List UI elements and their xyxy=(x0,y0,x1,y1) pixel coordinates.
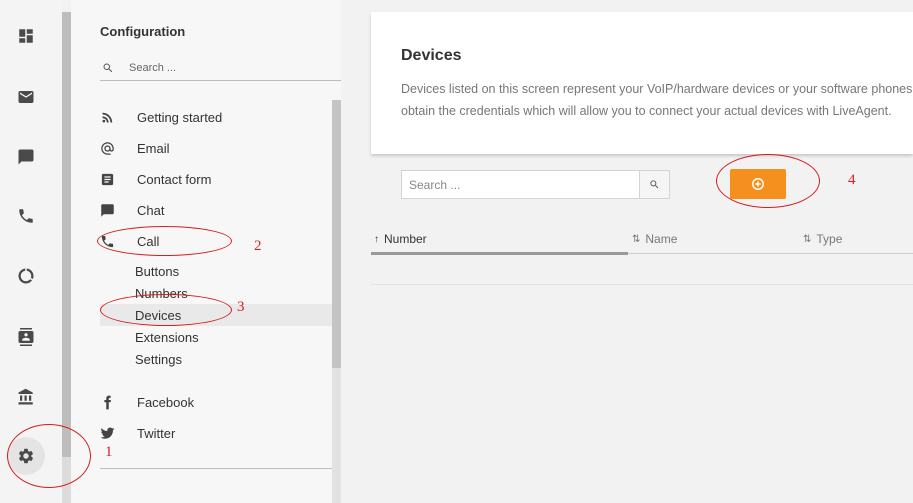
nav-item-email[interactable]: Email xyxy=(100,134,332,162)
nav-item-label: Twitter xyxy=(137,425,176,441)
column-header-name[interactable]: ⇅ Name xyxy=(632,224,677,254)
sort-icon: ⇅ xyxy=(632,233,641,245)
annotation-number: 3 xyxy=(237,299,245,315)
nav-subitem-settings[interactable]: Settings xyxy=(100,348,332,370)
rail-scrollbar-thumb[interactable] xyxy=(62,12,71,457)
reports-icon xyxy=(18,268,34,284)
column-header-number[interactable]: ↑ Number xyxy=(374,224,427,254)
devices-search-button[interactable] xyxy=(639,171,669,198)
nav-item-twitter[interactable]: Twitter xyxy=(100,419,332,447)
annotation-ellipse xyxy=(716,154,820,208)
nav-item-contact-form[interactable]: Contact form xyxy=(100,165,332,193)
devices-header-card: Devices Devices listed on this screen re… xyxy=(371,12,913,154)
nav-item-getting-started[interactable]: Getting started xyxy=(100,103,332,131)
nav-item-label: Email xyxy=(137,140,170,156)
nav-divider xyxy=(100,468,332,469)
annotation-ellipse xyxy=(7,424,91,488)
annotation-number: 4 xyxy=(848,172,856,188)
dashboard-icon xyxy=(19,29,33,43)
sort-icon: ↑ xyxy=(374,233,379,245)
devices-search[interactable] xyxy=(401,170,670,199)
nav-search[interactable] xyxy=(100,55,341,81)
annotation-number: 1 xyxy=(105,444,113,460)
page-description-line: obtain the credentials which will allow … xyxy=(401,104,892,118)
facebook-icon xyxy=(104,395,111,409)
chat-icon xyxy=(101,203,114,217)
nav-scrollbar-thumb[interactable] xyxy=(332,100,341,368)
nav-item-chat[interactable]: Chat xyxy=(100,196,332,224)
nav-item-label: Facebook xyxy=(137,394,195,410)
phone-icon xyxy=(19,209,33,223)
page-description: Devices listed on this screen represent … xyxy=(401,78,913,122)
column-header-label: Name xyxy=(645,232,678,246)
annotation-number: 2 xyxy=(254,238,262,254)
column-header-type[interactable]: ⇅ Type xyxy=(803,224,842,254)
nav-item-facebook[interactable]: Facebook xyxy=(100,388,332,416)
main-content: Devices Devices listed on this screen re… xyxy=(371,12,913,503)
knowledgebase-icon xyxy=(18,388,33,405)
page-description-line: Devices listed on this screen represent … xyxy=(401,82,913,96)
search-icon xyxy=(103,63,113,72)
devices-table-header: ↑ Number ⇅ Name ⇅ Type xyxy=(371,224,913,254)
rail-dashboard-button[interactable] xyxy=(0,16,52,56)
at-icon xyxy=(101,141,114,155)
rail-calls-button[interactable] xyxy=(0,196,52,236)
page-title: Devices xyxy=(401,47,462,64)
nav-subitem-extensions[interactable]: Extensions xyxy=(100,326,332,348)
nav-item-label: Chat xyxy=(137,202,165,218)
contacts-icon xyxy=(18,328,34,346)
nav-title: Configuration xyxy=(100,24,186,39)
annotation-ellipse xyxy=(97,226,232,256)
rail-knowledgebase-button[interactable] xyxy=(0,377,52,417)
devices-search-input[interactable] xyxy=(402,171,639,198)
nav-search-input[interactable] xyxy=(129,61,329,74)
rail-contacts-button[interactable] xyxy=(0,317,52,357)
search-icon xyxy=(650,180,659,189)
rail-email-button[interactable] xyxy=(0,77,52,117)
rss-icon xyxy=(102,112,113,122)
nav-item-label: Getting started xyxy=(137,109,223,125)
annotation-ellipse xyxy=(100,294,232,326)
rail-reports-button[interactable] xyxy=(0,256,52,296)
sort-icon: ⇅ xyxy=(803,233,812,245)
twitter-icon xyxy=(100,427,115,439)
column-header-label: Number xyxy=(384,232,427,246)
email-icon xyxy=(18,91,34,103)
chat-icon xyxy=(18,149,34,165)
table-row xyxy=(371,255,913,285)
rail-chat-button[interactable] xyxy=(0,137,52,177)
nav-subitem-buttons[interactable]: Buttons xyxy=(100,260,332,282)
column-header-label: Type xyxy=(816,232,843,246)
nav-item-label: Contact form xyxy=(137,171,212,187)
form-icon xyxy=(101,173,114,185)
